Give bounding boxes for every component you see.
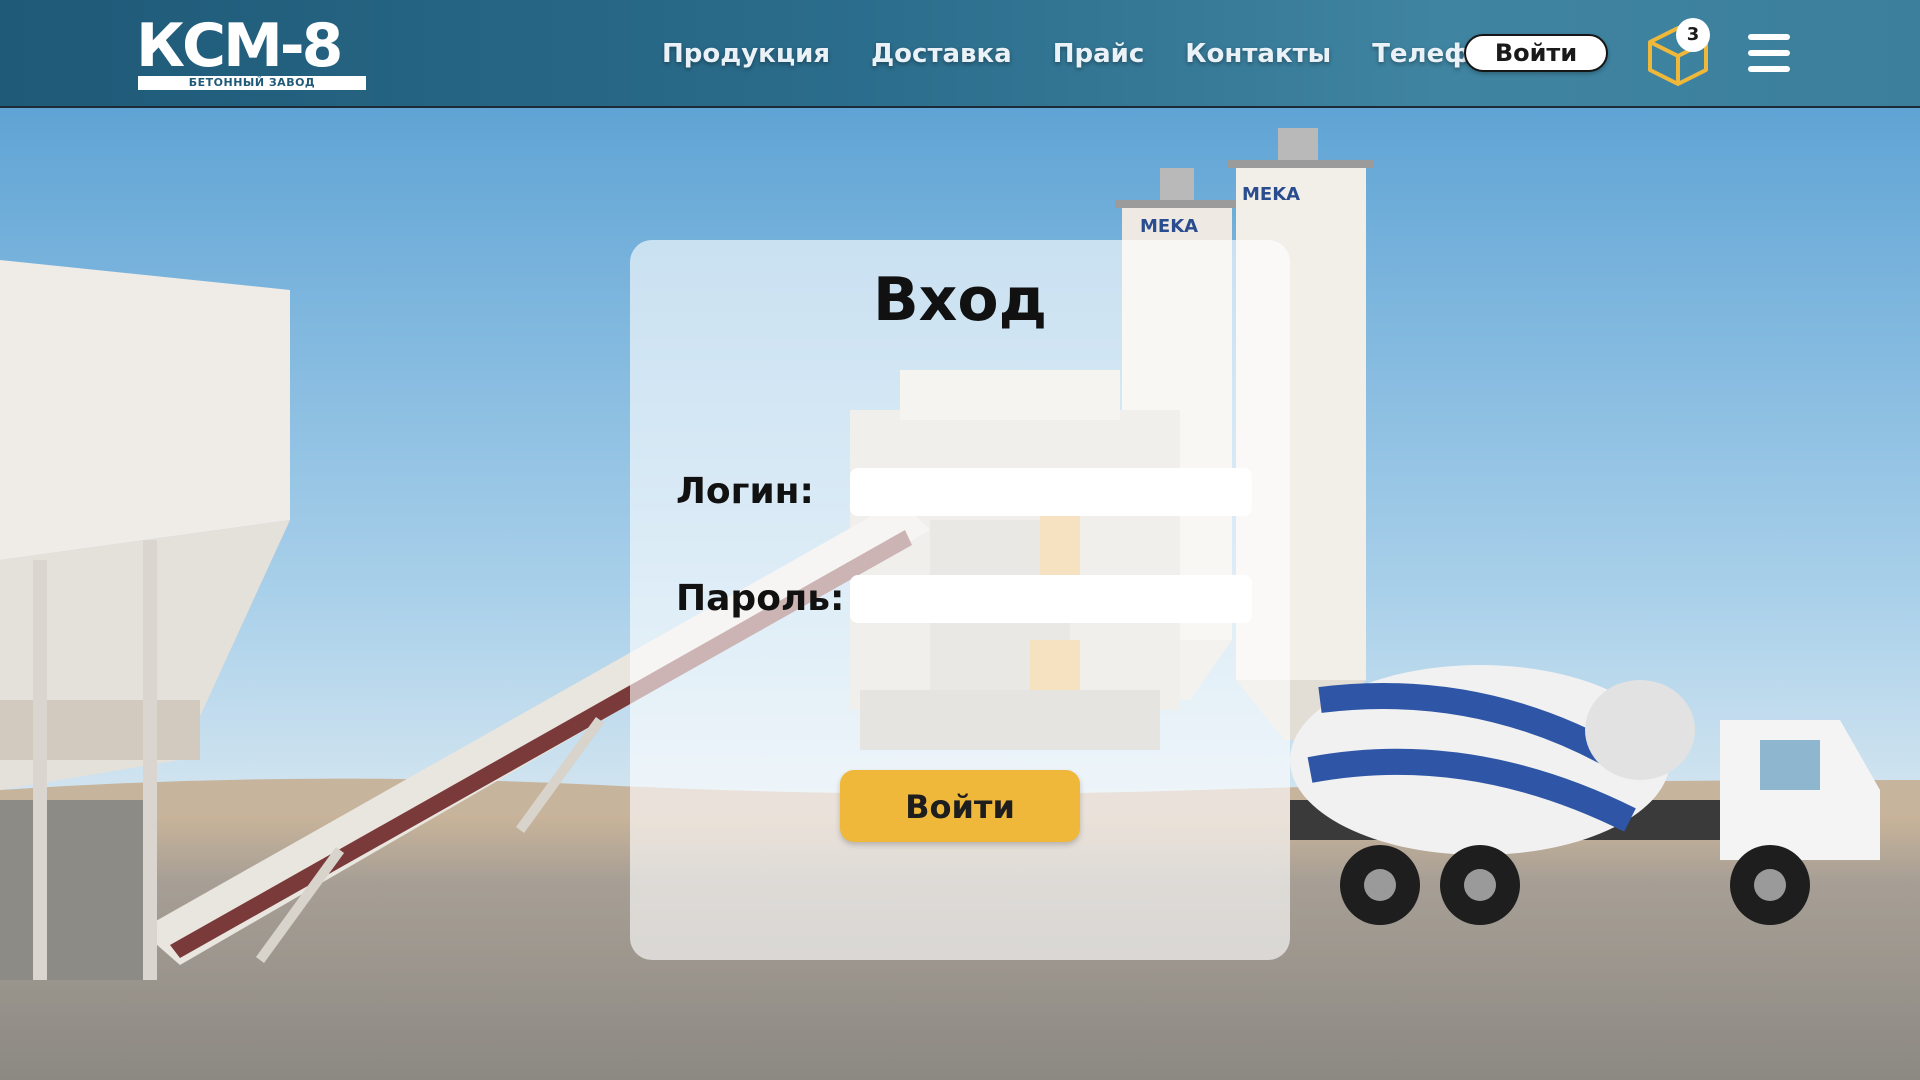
login-title: Вход bbox=[872, 265, 1048, 335]
nav-item-contacts[interactable]: Контакты bbox=[1185, 34, 1331, 74]
password-label: Пароль: bbox=[676, 578, 845, 619]
login-label: Логин: bbox=[676, 471, 814, 512]
logo-text: КСМ-8 bbox=[136, 11, 343, 81]
brand-logo[interactable]: КСМ-8 БЕТОННЫЙ ЗАВОД bbox=[136, 11, 368, 90]
site-header: КСМ-8 БЕТОННЫЙ ЗАВОД Продукция Доставка … bbox=[0, 0, 1920, 108]
logo-subtitle: БЕТОННЫЙ ЗАВОД bbox=[138, 76, 366, 90]
header-login-button[interactable]: Войти bbox=[1464, 34, 1608, 72]
cart-button[interactable]: 3 bbox=[1646, 18, 1716, 88]
login-card: Вход Логин: Пароль: Войти bbox=[630, 240, 1290, 960]
nav-item-price[interactable]: Прайс bbox=[1053, 34, 1145, 74]
silo-brand-text: MEKA bbox=[1140, 216, 1198, 237]
hamburger-icon[interactable] bbox=[1748, 34, 1790, 72]
login-submit-button[interactable]: Войти bbox=[840, 770, 1080, 842]
silo-brand-text: MEKA bbox=[1242, 184, 1300, 205]
nav-item-products[interactable]: Продукция bbox=[662, 34, 830, 74]
nav-item-delivery[interactable]: Доставка bbox=[871, 34, 1012, 74]
main-nav: Продукция Доставка Прайс Контакты Телефо… bbox=[662, 34, 1547, 74]
password-input[interactable] bbox=[850, 575, 1252, 623]
login-input[interactable] bbox=[850, 468, 1252, 516]
cart-count-badge: 3 bbox=[1676, 18, 1710, 52]
